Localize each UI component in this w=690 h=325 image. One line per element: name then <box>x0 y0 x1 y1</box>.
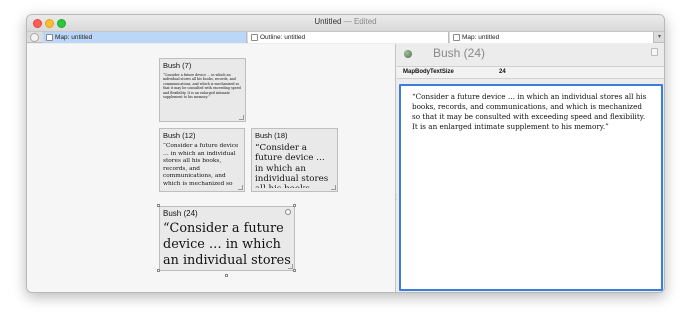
note-text-editor[interactable]: “Consider a future device … in which an … <box>399 84 663 291</box>
selection-handle[interactable] <box>293 204 296 207</box>
circle-control-icon[interactable] <box>30 33 39 42</box>
map-tab-icon <box>453 34 460 41</box>
note-title-field[interactable]: Bush (24) <box>433 46 485 60</box>
window-title: Untitled — Edited <box>27 17 664 26</box>
note-text: “Consider a future device … in which an … <box>163 143 239 187</box>
selection-handle[interactable] <box>157 269 160 272</box>
tab-label: Map: untitled <box>55 34 93 41</box>
tab-label: Outline: untitled <box>260 34 306 41</box>
displayed-attribute-row[interactable]: MapBodyTextSize 24 <box>397 66 664 79</box>
note-text: “Consider a future device … in which an … <box>255 143 329 188</box>
text-pane-header: Bush (24) <box>397 44 664 66</box>
resize-grip-icon[interactable] <box>238 185 243 190</box>
selection-handle[interactable] <box>293 269 296 272</box>
view-toggle-icon[interactable] <box>651 48 658 56</box>
note-bush-7[interactable]: Bush (7) “Consider a future device … in … <box>159 58 246 122</box>
note-title: Bush (18) <box>255 131 288 140</box>
note-text: “Consider a future device … in which an … <box>163 221 291 267</box>
attribute-value[interactable]: 24 <box>499 69 506 75</box>
resize-grip-icon[interactable] <box>331 185 336 190</box>
tab-map-1[interactable]: Map: untitled <box>43 32 247 43</box>
note-color-icon <box>404 50 412 58</box>
note-bush-18[interactable]: Bush (18) “Consider a future device … in… <box>251 128 338 192</box>
attribute-name: MapBodyTextSize <box>403 69 454 75</box>
chevron-down-icon[interactable]: ▾ <box>658 32 661 43</box>
note-title: Bush (24) <box>163 209 198 218</box>
title-bar: Untitled — Edited <box>27 15 664 32</box>
tab-outline[interactable]: Outline: untitled <box>248 32 449 43</box>
app-window: Untitled — Edited Map: untitled Outline:… <box>26 14 665 293</box>
map-tab-icon <box>46 34 53 41</box>
note-badge-icon[interactable] <box>285 209 291 215</box>
note-title: Bush (12) <box>163 131 196 140</box>
window-edited-status: — Edited <box>343 17 377 26</box>
tab-label: Map: untitled <box>462 34 500 41</box>
map-view[interactable]: Bush (7) “Consider a future device … in … <box>27 44 400 292</box>
note-title: Bush (7) <box>163 61 192 70</box>
selection-handle[interactable] <box>225 274 228 277</box>
note-bush-12[interactable]: Bush (12) “Consider a future device … in… <box>159 128 245 192</box>
text-pane: Bush (24) MapBodyTextSize 24 “Consider a… <box>397 44 664 292</box>
tab-bar: Map: untitled Outline: untitled Map: unt… <box>27 32 664 43</box>
outline-tab-icon <box>251 34 258 41</box>
window-title-text: Untitled <box>314 17 342 26</box>
note-text: “Consider a future device … in which an … <box>163 73 241 100</box>
tab-map-2[interactable]: Map: untitled <box>450 32 654 43</box>
selection-handle[interactable] <box>157 204 160 207</box>
note-bush-24[interactable]: Bush (24) “Consider a future device … in… <box>159 206 295 271</box>
resize-grip-icon[interactable] <box>239 115 244 120</box>
